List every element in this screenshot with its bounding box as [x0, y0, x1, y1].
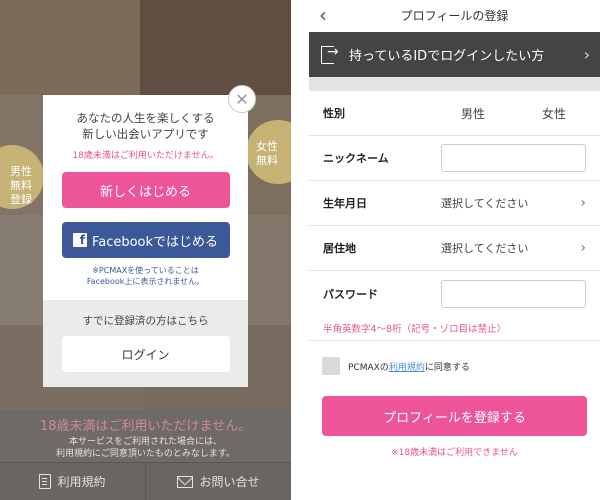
birthdate-select-value: 選択してください	[441, 197, 529, 210]
login-exit-icon	[321, 44, 341, 64]
modal-login-section: すでに登録済の方はこちら ログイン	[43, 300, 248, 387]
residence-label: 居住地	[323, 242, 356, 255]
gender-row: 性別 男性 女性	[309, 91, 600, 136]
password-row: パスワード 半角英数字4〜8桁（記号・ゾロ目は禁止）	[309, 271, 600, 341]
birthdate-row[interactable]: 生年月日 選択してください ›	[309, 181, 600, 226]
chevron-right-icon: ›	[583, 45, 590, 64]
already-registered-label: すでに登録済の方はこちら	[82, 315, 209, 327]
page-title: プロフィールの登録	[400, 9, 509, 23]
password-label: パスワード	[323, 287, 378, 301]
notice-title: 18歳未満はご利用いただけません。	[39, 419, 252, 434]
password-input[interactable]	[441, 279, 586, 308]
terms-agree-checkbox[interactable]	[322, 357, 340, 375]
close-icon[interactable]: ✕	[228, 85, 256, 113]
contact-link[interactable]: お問い合せ	[145, 463, 291, 500]
residence-select-value: 選択してください	[441, 242, 529, 255]
back-arrow-icon[interactable]: ‹	[319, 0, 327, 30]
nickname-row: ニックネーム	[309, 136, 600, 181]
facebook-icon: f	[72, 233, 87, 247]
register-profile-button[interactable]: プロフィールを登録する	[322, 396, 587, 436]
age-restriction-notice: 18歳未満はご利用いただけません。 本サービスをご利用された場合には、 利用規約…	[0, 410, 291, 462]
mail-icon	[177, 475, 194, 488]
chevron-right-icon: ›	[580, 195, 586, 211]
existing-id-login-bar[interactable]: 持っているIDでログインしたい方 ›	[309, 32, 600, 77]
terms-agreement-text: PCMAXの利用規約に同意する	[348, 362, 470, 373]
contact-label: お問い合せ	[199, 475, 260, 489]
facebook-privacy-note: ※PCMAXを使っていることは Facebook上に表示されません。	[86, 266, 205, 286]
signup-modal: あなたの人生を楽しくする 新しい出会いアプリです 18歳未満はご利用いただけませ…	[43, 95, 248, 387]
facebook-start-button[interactable]: f Facebookではじめる	[61, 222, 230, 258]
document-icon	[39, 474, 52, 489]
existing-id-login-label: 持っているIDでログインしたい方	[349, 49, 545, 64]
profile-registration-screen: ‹ プロフィールの登録 持っているIDでログインしたい方 › 性別 男性 女性 …	[309, 0, 600, 500]
landing-screen: 男性 無料 登録 女性 無料 18歳未満はご利用いただけません。 本サービスをご…	[0, 0, 291, 500]
modal-signup-section: あなたの人生を楽しくする 新しい出会いアプリです 18歳未満はご利用いただけませ…	[43, 95, 248, 300]
age-restriction-note: ※18歳未満はご利用できません	[391, 448, 518, 458]
birthdate-label: 生年月日	[323, 197, 367, 210]
nickname-input[interactable]	[441, 144, 586, 172]
notice-body: 本サービスをご利用された場合には、 利用規約にご同意頂いたものとみなします。	[56, 437, 235, 459]
terms-agreement-row: PCMAXの利用規約に同意する	[322, 357, 470, 375]
terms-link[interactable]: 利用規約	[0, 463, 145, 500]
facebook-button-label: Facebookではじめる	[91, 234, 219, 250]
terms-link[interactable]: 利用規約	[389, 363, 425, 373]
page-header: ‹ プロフィールの登録	[309, 0, 600, 32]
gender-label: 性別	[323, 107, 345, 120]
modal-headline: あなたの人生を楽しくする 新しい出会いアプリです	[76, 111, 215, 141]
footer-nav: 利用規約 お問い合せ	[0, 462, 291, 500]
nickname-label: ニックネーム	[323, 152, 389, 165]
residence-row[interactable]: 居住地 選択してください ›	[309, 226, 600, 271]
modal-age-notice: 18歳未満はご利用いただけません。	[72, 151, 219, 161]
gender-male-option[interactable]: 男性	[461, 105, 485, 122]
section-divider	[309, 77, 600, 91]
start-new-button[interactable]: 新しくはじめる	[61, 172, 230, 208]
chevron-right-icon: ›	[580, 240, 586, 256]
gender-female-option[interactable]: 女性	[542, 105, 566, 122]
login-button[interactable]: ログイン	[61, 336, 230, 372]
terms-label: 利用規約	[57, 475, 106, 489]
password-rule-note: 半角英数字4〜8桁（記号・ゾロ目は禁止）	[323, 324, 507, 335]
